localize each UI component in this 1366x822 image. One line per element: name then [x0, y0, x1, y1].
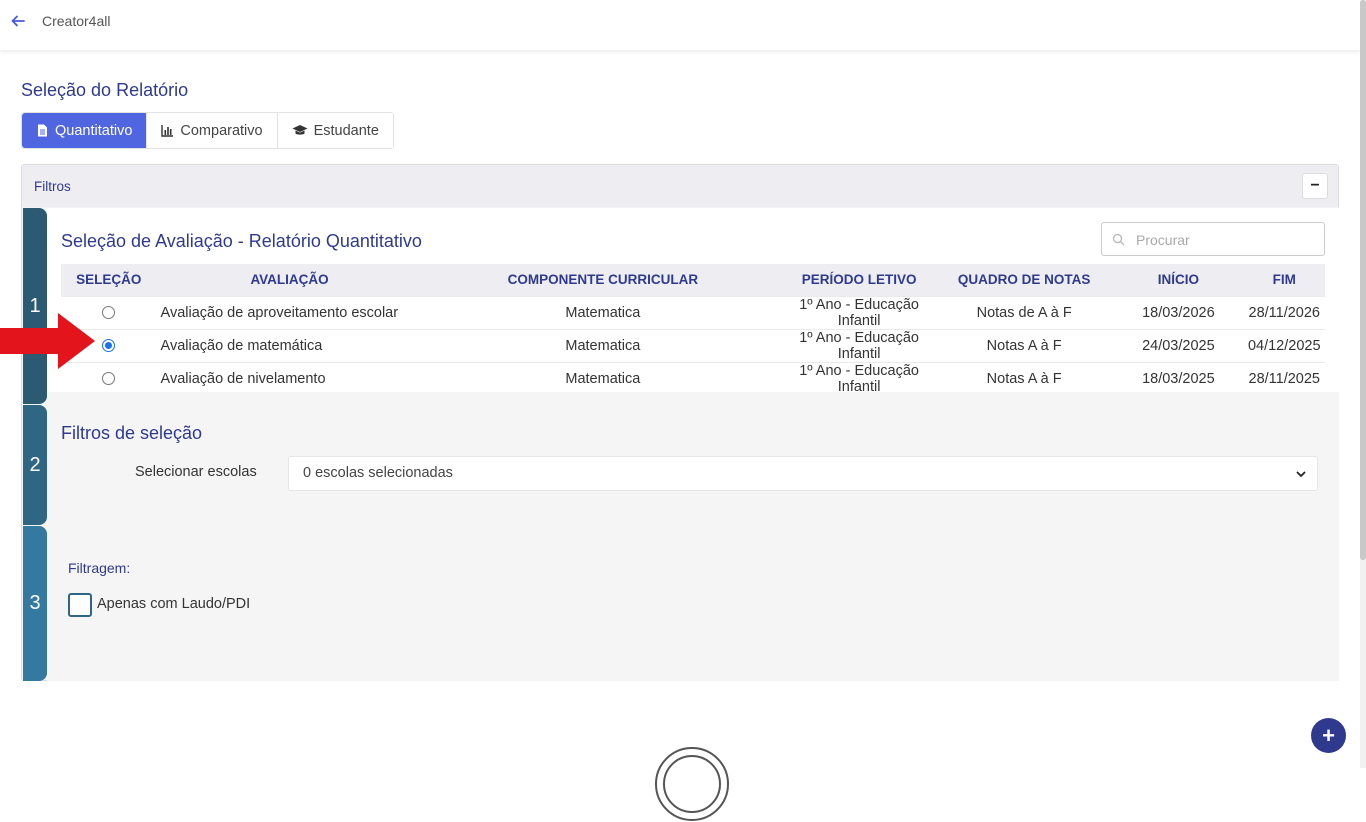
laudo-pdi-checkbox-label: Apenas com Laudo/PDI — [97, 596, 251, 612]
red-arrow-annotation — [0, 313, 95, 369]
vertical-scrollbar[interactable] — [1360, 0, 1366, 768]
school-select-value: 0 escolas selecionadas — [303, 465, 453, 481]
row-radio[interactable] — [102, 339, 116, 353]
step-2-marker: 2 — [23, 405, 47, 525]
cell-avaliacao: Avaliação de aproveitamento escolar — [156, 295, 423, 329]
report-tabs: Quantitativo Comparativo Estudante — [21, 112, 394, 149]
table-row[interactable]: Avaliação de nivelamento Matematica 1º A… — [61, 361, 1325, 395]
cell-avaliacao: Avaliação de nivelamento — [156, 361, 423, 395]
cell-fim: 28/11/2026 — [1243, 295, 1325, 329]
collapse-button[interactable]: − — [1302, 173, 1328, 199]
column-header-fim: FIM — [1243, 264, 1325, 296]
tab-label: Comparativo — [180, 122, 263, 139]
selection-filters-title: Filtros de seleção — [61, 423, 203, 443]
tab-estudante[interactable]: Estudante — [277, 113, 393, 148]
partial-logo-icon — [655, 747, 729, 821]
bar-chart-icon — [161, 125, 174, 137]
add-button[interactable]: + — [1311, 718, 1346, 753]
app-title: Creator4all — [42, 13, 111, 29]
cell-componente: Matematica — [422, 295, 784, 329]
column-header-inicio: INÍCIO — [1113, 264, 1244, 296]
step-1-marker: 1 — [23, 208, 47, 404]
search-input[interactable] — [1136, 229, 1316, 251]
cell-inicio: 18/03/2026 — [1113, 295, 1244, 329]
document-icon — [38, 124, 47, 137]
column-header-componente: COMPONENTE CURRICULAR — [422, 264, 784, 296]
cell-quadro: Notas de A à F — [935, 295, 1114, 329]
table-header-row: SELEÇÃO AVALIAÇÃO COMPONENTE CURRICULAR … — [61, 264, 1325, 296]
page-title: Seleção do Relatório — [21, 80, 189, 100]
cell-componente: Matematica — [422, 328, 784, 362]
laudo-pdi-checkbox[interactable] — [68, 593, 92, 617]
row-radio[interactable] — [102, 372, 116, 386]
scrollbar-thumb[interactable] — [1360, 0, 1366, 560]
filters-section — [47, 392, 1339, 681]
search-icon — [1112, 233, 1125, 246]
chevron-down-icon — [1296, 471, 1306, 477]
row-radio[interactable] — [102, 306, 116, 320]
tab-label: Estudante — [313, 122, 379, 139]
cell-fim: 28/11/2025 — [1243, 361, 1325, 395]
cell-periodo: 1º Ano - Educação Infantil — [783, 295, 936, 329]
step-3-marker: 3 — [23, 526, 47, 681]
arrow-left-icon[interactable] — [10, 13, 26, 29]
cell-periodo: 1º Ano - Educação Infantil — [783, 328, 936, 362]
filtering-label: Filtragem: — [68, 560, 131, 576]
cell-fim: 04/12/2025 — [1243, 328, 1325, 362]
column-header-avaliacao: AVALIAÇÃO — [156, 264, 423, 296]
tab-comparativo[interactable]: Comparativo — [147, 113, 278, 148]
column-header-selecao: SELEÇÃO — [61, 264, 157, 296]
graduation-cap-icon — [292, 125, 308, 135]
school-select[interactable]: 0 escolas selecionadas — [288, 456, 1318, 491]
tab-quantitativo[interactable]: Quantitativo — [22, 113, 148, 148]
tab-label: Quantitativo — [55, 122, 133, 139]
search-box — [1101, 222, 1325, 256]
cell-periodo: 1º Ano - Educação Infantil — [783, 361, 936, 395]
table-row[interactable]: Avaliação de aproveitamento escolar Mate… — [61, 295, 1325, 329]
cell-quadro: Notas A à F — [935, 328, 1114, 362]
column-header-quadro: QUADRO DE NOTAS — [935, 264, 1114, 296]
column-header-periodo: PERÍODO LETIVO — [783, 264, 936, 296]
cell-componente: Matematica — [422, 361, 784, 395]
cell-inicio: 18/03/2025 — [1113, 361, 1244, 395]
school-select-label: Selecionar escolas — [135, 464, 257, 480]
filters-panel: Filtros − 1 2 3 Seleção de Avaliação - R… — [21, 164, 1339, 681]
cell-quadro: Notas A à F — [935, 361, 1114, 395]
filters-panel-header: Filtros − — [22, 165, 1338, 207]
evaluation-table: SELEÇÃO AVALIAÇÃO COMPONENTE CURRICULAR … — [61, 264, 1325, 395]
filters-panel-title: Filtros — [34, 179, 71, 194]
evaluation-section-title: Seleção de Avaliação - Relatório Quantit… — [61, 231, 422, 251]
table-row[interactable]: Avaliação de matemática Matematica 1º An… — [61, 328, 1325, 362]
top-bar: Creator4all — [0, 0, 1360, 50]
cell-inicio: 24/03/2025 — [1113, 328, 1244, 362]
cell-avaliacao: Avaliação de matemática — [156, 328, 423, 362]
